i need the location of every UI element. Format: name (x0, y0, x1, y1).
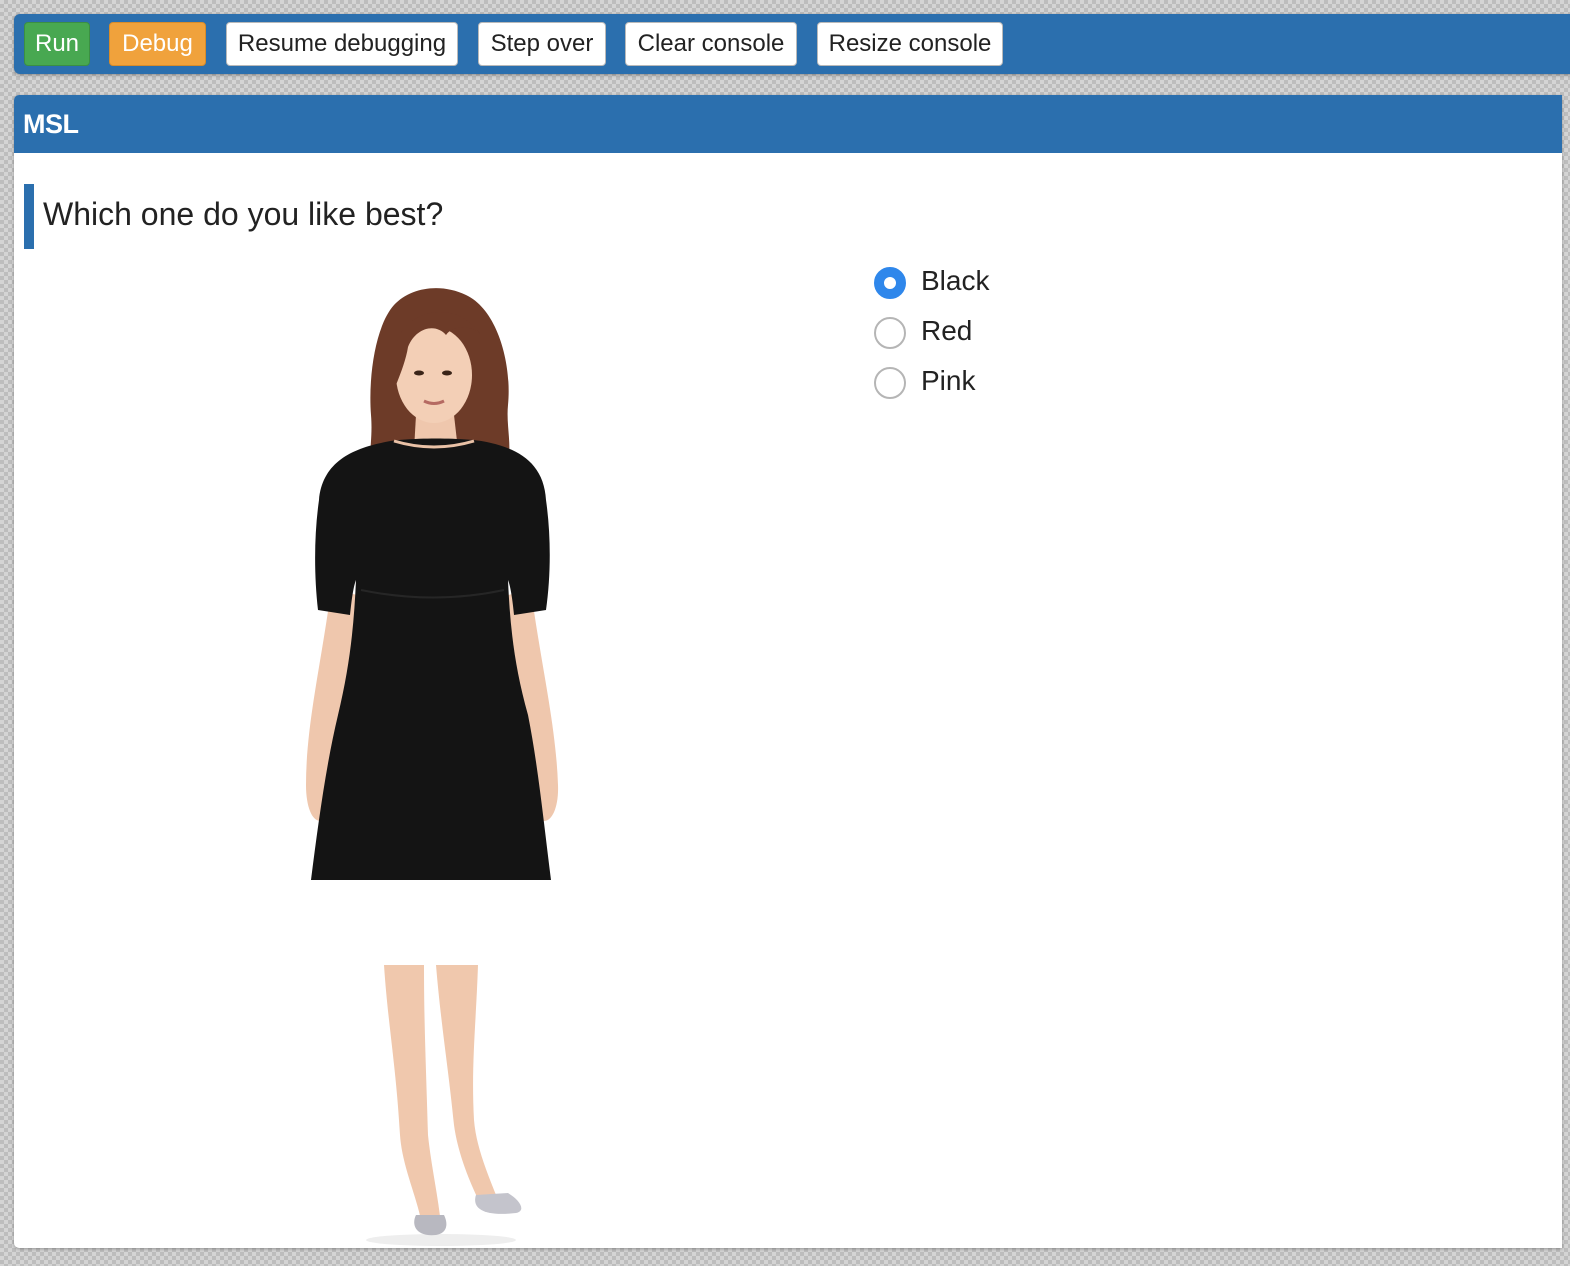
step-over-button[interactable]: Step over (478, 22, 606, 66)
option-black[interactable]: Black (874, 263, 1094, 303)
product-image (306, 288, 559, 1246)
clear-console-button[interactable]: Clear console (625, 22, 797, 66)
resize-console-button[interactable]: Resize console (817, 22, 1003, 66)
run-button[interactable]: Run (24, 22, 90, 66)
panel-header: MSL (14, 95, 1562, 153)
survey-panel: MSL Which one do you like best? Black Re… (14, 95, 1562, 1248)
debug-button[interactable]: Debug (109, 22, 206, 66)
option-label: Black (921, 265, 990, 296)
question-text: Which one do you like best? (43, 196, 444, 232)
radio-button[interactable] (874, 367, 906, 399)
panel-title: MSL (23, 109, 79, 139)
question-accent-bar (24, 184, 34, 249)
option-label: Red (921, 315, 973, 346)
resume-debugging-button[interactable]: Resume debugging (226, 22, 458, 66)
radio-button[interactable] (874, 317, 906, 349)
option-label: Pink (921, 365, 976, 396)
toolbar: Run Debug Resume debugging Step over Cle… (14, 14, 1570, 74)
radio-button-selected[interactable] (874, 267, 906, 299)
option-red[interactable]: Red (874, 313, 1094, 353)
option-pink[interactable]: Pink (874, 363, 1094, 403)
